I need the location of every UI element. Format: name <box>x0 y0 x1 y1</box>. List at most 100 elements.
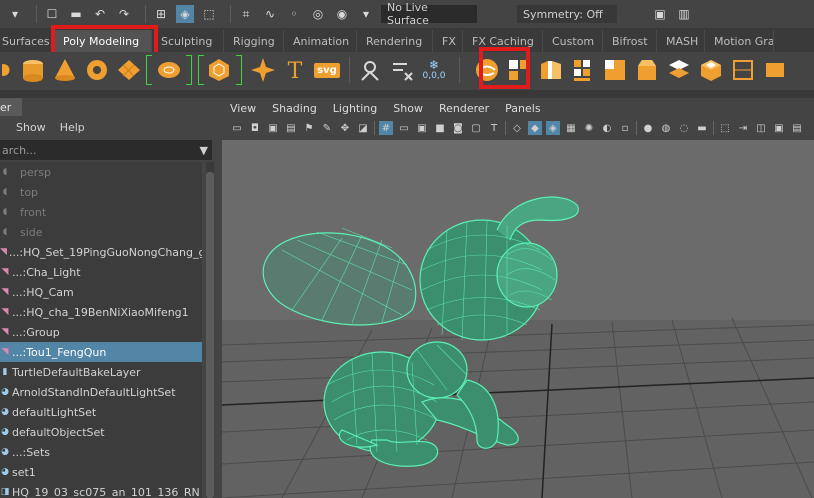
grid-icon[interactable]: # <box>379 121 393 135</box>
outliner-item-default-object-set[interactable]: ◕ defaultObjectSet <box>0 422 202 442</box>
viewport-menu-show[interactable]: Show <box>393 102 423 115</box>
poly-sphere-icon[interactable] <box>2 55 16 85</box>
bookmarks-icon[interactable]: ▣ <box>266 121 280 135</box>
outliner-item-reference[interactable]: ◨ HQ_19_03_sc075_an_101_136_RN <box>0 482 202 498</box>
viewport-menu-view[interactable]: View <box>230 102 256 115</box>
poly-svg-icon[interactable]: svg <box>312 55 342 85</box>
viewport-menu-shading[interactable]: Shading <box>272 102 317 115</box>
outliner-item-group[interactable]: ◥ ...:Group <box>0 322 202 342</box>
xray-joints-icon[interactable]: ⇥ <box>736 121 750 135</box>
outliner-item-front[interactable]: ◖ front <box>0 202 202 222</box>
tab-fx-caching[interactable]: FX Caching <box>463 30 543 52</box>
tab-custom[interactable]: Custom <box>543 30 603 52</box>
snap-point-icon[interactable]: ◦ <box>285 5 303 23</box>
outliner-item-cha-light[interactable]: ◥ ...:Cha_Light <box>0 262 202 282</box>
select-hierarchy-icon[interactable]: ⊞ <box>152 5 170 23</box>
wireframe-on-shaded-icon[interactable]: ◈ <box>546 121 560 135</box>
poly-platonic-icon[interactable] <box>204 55 234 85</box>
poke-icon[interactable] <box>728 55 758 85</box>
depth-of-field-icon[interactable]: ◌ <box>677 121 691 135</box>
poly-plane-icon[interactable] <box>114 55 144 85</box>
menu-set-chevron-icon[interactable]: ▾ <box>6 5 24 23</box>
outliner-item-default-light-set[interactable]: ◕ defaultLightSet <box>0 402 202 422</box>
separate-icon[interactable] <box>387 55 417 85</box>
open-scene-icon[interactable]: ▬ <box>67 5 85 23</box>
tab-poly-modeling[interactable]: Poly Modeling <box>54 30 152 52</box>
outliner-item-persp[interactable]: ◖ persp <box>0 162 202 182</box>
outliner-item-hq-cha[interactable]: ◥ ...:HQ_cha_19BenNiXiaoMifeng1 <box>0 302 202 322</box>
grease-pencil-icon[interactable]: ✎ <box>320 121 334 135</box>
shadows-icon[interactable]: ◐ <box>600 121 614 135</box>
viewport-menu-renderer[interactable]: Renderer <box>439 102 489 115</box>
xray-components-icon[interactable]: ◫ <box>754 121 768 135</box>
panel-layout-icon[interactable]: ▣ <box>772 121 786 135</box>
tab-surfaces[interactable]: Surfaces <box>0 30 54 52</box>
flag-icon[interactable]: ⚑ <box>302 121 316 135</box>
outliner-item-arnold-light-set[interactable]: ◕ ArnoldStandInDefaultLightSet <box>0 382 202 402</box>
tab-sculpting[interactable]: Sculpting <box>152 30 224 52</box>
outliner-item-sets[interactable]: ◕ ...:Sets <box>0 442 202 462</box>
symmetry-field[interactable]: Symmetry: Off <box>517 5 617 23</box>
tab-fx[interactable]: FX <box>433 30 463 52</box>
camera-view-icon[interactable]: ▣ <box>651 5 669 23</box>
pan-zoom-icon[interactable]: ◪ <box>356 121 370 135</box>
tab-rendering[interactable]: Rendering <box>357 30 433 52</box>
poly-torus-icon[interactable] <box>82 55 112 85</box>
panel-options-icon[interactable]: ▤ <box>790 121 804 135</box>
xray-icon[interactable]: ⬚ <box>718 121 732 135</box>
outliner-tab-title[interactable]: er <box>0 98 22 116</box>
outliner-scroll-thumb[interactable] <box>206 172 214 498</box>
safe-title-icon[interactable]: T <box>487 121 501 135</box>
outliner-item-side[interactable]: ◖ side <box>0 222 202 242</box>
extrude-icon[interactable] <box>696 55 726 85</box>
outliner-search-field[interactable]: arch... ▼ <box>0 140 212 160</box>
outliner-item-set1[interactable]: ◕ set1 <box>0 462 202 482</box>
outliner-item-hq-cam[interactable]: ◥ ...:HQ_Cam <box>0 282 202 302</box>
select-component-icon[interactable]: ⬚ <box>200 5 218 23</box>
append-polygon-icon[interactable] <box>600 55 630 85</box>
field-chart-icon[interactable]: ◙ <box>451 121 465 135</box>
outliner-menu-show[interactable]: Show <box>16 121 46 134</box>
3d-viewport[interactable] <box>222 140 814 498</box>
extract-icon[interactable] <box>504 55 534 85</box>
poly-type-icon[interactable]: T <box>280 55 310 85</box>
gate-mask-icon[interactable]: ■ <box>433 121 447 135</box>
snap-view-icon[interactable]: ◎ <box>309 5 327 23</box>
camera-attributes-icon[interactable]: ◘ <box>248 121 262 135</box>
film-gate-icon[interactable]: ▭ <box>397 121 411 135</box>
tab-motion-graphics[interactable]: Motion Graphics <box>705 30 774 52</box>
outliner-item-tou1-fengqun[interactable]: ◥ ...:Tou1_FengQun <box>0 342 202 362</box>
boolean-icon[interactable] <box>536 55 566 85</box>
safe-action-icon[interactable]: ▢ <box>469 121 483 135</box>
poly-cylinder-icon[interactable] <box>18 55 48 85</box>
bridge-icon[interactable] <box>664 55 694 85</box>
snap-grid-icon[interactable]: ⌗ <box>237 5 255 23</box>
viewport-menu-panels[interactable]: Panels <box>505 102 540 115</box>
snap-curve-icon[interactable]: ∿ <box>261 5 279 23</box>
isolate-select-icon[interactable]: ▬ <box>695 121 709 135</box>
outliner-scrollbar[interactable] <box>206 162 214 498</box>
outliner-item-hq-set[interactable]: ◥ ...:HQ_Set_19PingGuoNongChang_gr <box>0 242 202 262</box>
redo-icon[interactable]: ↷ <box>115 5 133 23</box>
smooth-shade-icon[interactable]: ◆ <box>528 121 542 135</box>
screen-space-ao-icon[interactable]: ▫ <box>618 121 632 135</box>
select-camera-icon[interactable]: ▭ <box>230 121 244 135</box>
poly-super-shape-icon[interactable] <box>248 55 278 85</box>
outliner-item-turtle-bake-layer[interactable]: ▮ TurtleDefaultBakeLayer <box>0 362 202 382</box>
search-dropdown-chevron-icon[interactable]: ▼ <box>200 144 208 157</box>
dropdown-chevron-icon[interactable]: ▾ <box>357 5 375 23</box>
live-surface-field[interactable]: No Live Surface <box>381 1 477 27</box>
bevel-icon[interactable] <box>632 55 662 85</box>
multisample-aa-icon[interactable]: ◍ <box>659 121 673 135</box>
outliner-menu-help[interactable]: Help <box>60 121 85 134</box>
wireframe-icon[interactable]: ◇ <box>510 121 524 135</box>
undo-icon[interactable]: ↶ <box>91 5 109 23</box>
outliner-item-top[interactable]: ◖ top <box>0 182 202 202</box>
resolution-gate-icon[interactable]: ▣ <box>415 121 429 135</box>
tab-mash[interactable]: MASH <box>657 30 705 52</box>
tab-bifrost[interactable]: Bifrost <box>603 30 657 52</box>
smooth-icon[interactable]: ❄ 0,0,0 <box>419 55 449 85</box>
sculpt-geometry-icon[interactable] <box>472 55 502 85</box>
mirror-icon[interactable] <box>568 55 598 85</box>
two-d-pan-icon[interactable]: ✥ <box>338 121 352 135</box>
